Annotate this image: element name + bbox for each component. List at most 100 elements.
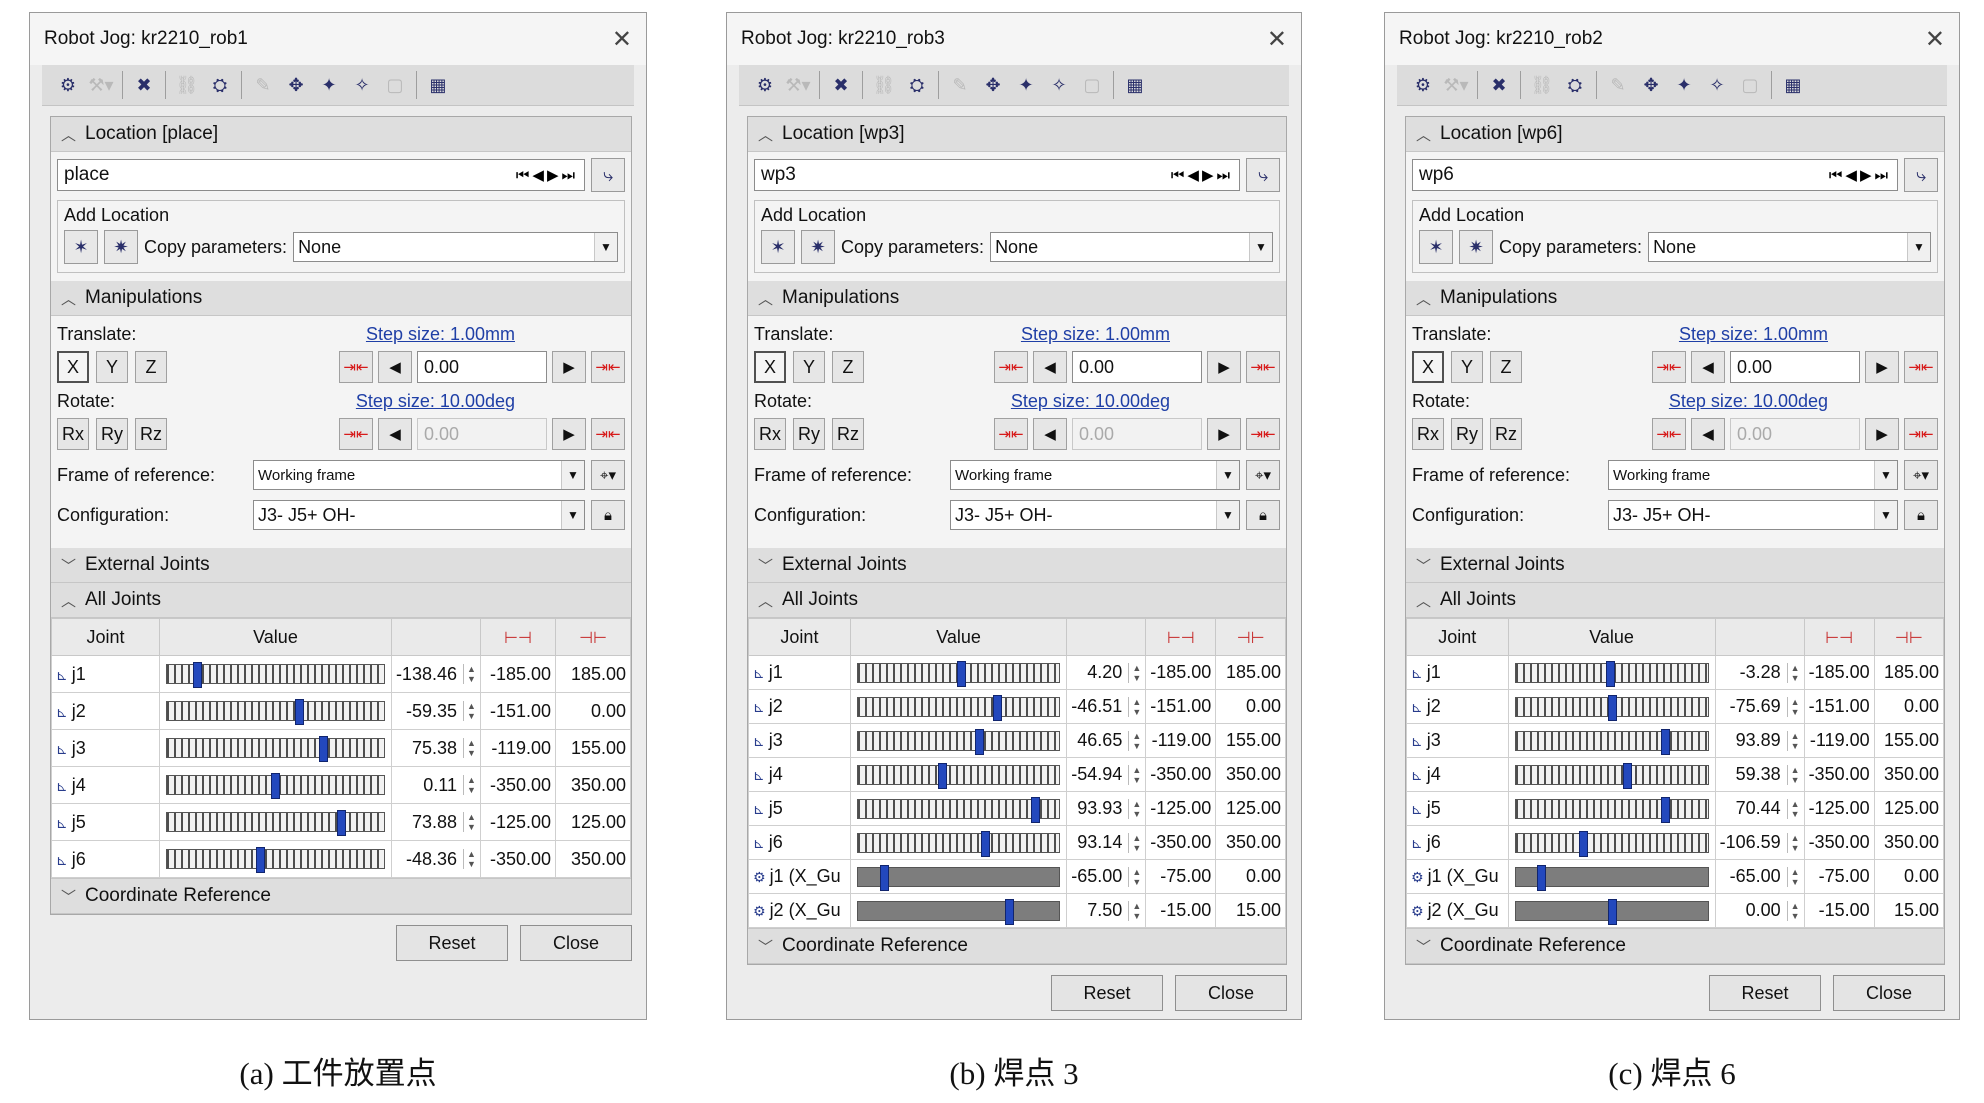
settings-icon[interactable]: ▦ <box>1121 71 1149 99</box>
joint-slider[interactable] <box>1514 762 1709 789</box>
rotate-ry-button[interactable]: Ry <box>96 418 128 450</box>
rotate-to-min-icon[interactable]: ⇥⇤ <box>994 418 1028 450</box>
joint-slider[interactable] <box>166 736 385 762</box>
translate-y-button[interactable]: Y <box>1451 351 1483 383</box>
attach-icon[interactable]: ⛓ <box>173 71 201 99</box>
joint-slider[interactable] <box>166 810 385 836</box>
configuration-select[interactable]: J3- J5+ OH- ▼ <box>1608 500 1898 530</box>
rotate-step-back-icon[interactable]: ◀ <box>378 418 412 450</box>
translate-step-forward-icon[interactable]: ▶ <box>552 351 586 383</box>
mount-tool-icon[interactable]: ✦ <box>1012 71 1040 99</box>
unmount-tool-icon[interactable]: ✧ <box>1703 71 1731 99</box>
joint-value-cell[interactable]: 46.65 ▲ ▼ <box>1066 723 1147 758</box>
rotate-step-forward-icon[interactable]: ▶ <box>1865 418 1899 450</box>
location-section-header[interactable]: ︿ Location [wp3] <box>748 117 1286 152</box>
rotate-step-link[interactable]: Step size: 10.00deg <box>1669 391 1828 412</box>
all-joints-section-header[interactable]: ︿ All Joints <box>1406 583 1944 618</box>
jump-to-location-icon[interactable]: ⤷ <box>591 158 625 192</box>
joint-slider[interactable] <box>856 660 1061 687</box>
slider-thumb[interactable] <box>193 662 203 688</box>
slider-thumb[interactable] <box>1004 898 1014 925</box>
mount-tool-icon[interactable]: ✦ <box>1670 71 1698 99</box>
translate-x-button[interactable]: X <box>754 351 786 383</box>
joint-slider[interactable] <box>856 898 1061 925</box>
robot-reset-icon[interactable]: ✖ <box>827 71 855 99</box>
slider-thumb[interactable] <box>295 699 305 725</box>
reset-button[interactable]: Reset <box>396 925 508 961</box>
all-joints-section-header[interactable]: ︿ All Joints <box>748 583 1286 618</box>
teach-dropdown-icon[interactable]: ⚒▾ <box>784 71 812 99</box>
copy-parameters-select[interactable]: None ▼ <box>293 232 618 262</box>
joint-slider[interactable] <box>166 699 385 725</box>
joint-value-cell[interactable]: -138.46 ▲ ▼ <box>390 655 481 693</box>
joint-value-cell[interactable]: -48.36 ▲ ▼ <box>390 840 481 878</box>
spin-arrows-icon[interactable]: ▲ ▼ <box>1786 832 1800 853</box>
joint-value[interactable]: 70.44 <box>1736 798 1781 819</box>
rotate-rz-button[interactable]: Rz <box>1490 418 1522 450</box>
frame-picker-icon[interactable]: ⌖▾ <box>1246 460 1280 490</box>
joint-value[interactable]: 4.20 <box>1087 662 1122 683</box>
joint-value-cell[interactable]: 73.88 ▲ ▼ <box>390 803 481 841</box>
copy-parameters-select[interactable]: None ▼ <box>990 232 1273 262</box>
rotate-to-max-icon[interactable]: ⇥⇤ <box>1246 418 1280 450</box>
joint-slider[interactable] <box>1514 728 1709 755</box>
rotate-to-min-icon[interactable]: ⇥⇤ <box>1652 418 1686 450</box>
spin-arrows-icon[interactable]: ▲ ▼ <box>1128 832 1141 853</box>
configuration-select[interactable]: J3- J5+ OH- ▼ <box>253 500 585 530</box>
frame-picker-icon[interactable]: ⌖▾ <box>591 460 625 490</box>
joint-slider[interactable] <box>856 728 1061 755</box>
joint-value-cell[interactable]: 59.38 ▲ ▼ <box>1714 757 1805 792</box>
slider-thumb[interactable] <box>271 773 281 799</box>
rotate-rx-button[interactable]: Rx <box>57 418 89 450</box>
lock-icon[interactable]: 🔒︎ <box>1904 500 1938 530</box>
slider-thumb[interactable] <box>974 728 984 755</box>
joint-slider[interactable] <box>1514 864 1709 891</box>
translate-value-field[interactable]: 0.00 <box>1072 351 1202 383</box>
translate-step-link[interactable]: Step size: 1.00mm <box>1021 324 1170 345</box>
clear-icon[interactable]: ▢ <box>1078 71 1106 99</box>
translate-z-button[interactable]: Z <box>135 351 167 383</box>
rotate-ry-button[interactable]: Ry <box>1451 418 1483 450</box>
spin-arrows-icon[interactable]: ▲ ▼ <box>1786 798 1800 819</box>
joint-value[interactable]: -138.46 <box>396 664 457 685</box>
joint-slider[interactable] <box>856 762 1061 789</box>
spin-arrows-icon[interactable]: ▲ ▼ <box>1128 696 1141 717</box>
translate-value-field[interactable]: 0.00 <box>1730 351 1860 383</box>
joint-slider[interactable] <box>1514 898 1709 925</box>
slider-thumb[interactable] <box>1578 830 1588 857</box>
spin-arrows-icon[interactable]: ▲ ▼ <box>1128 764 1141 785</box>
location-nav-icons[interactable]: ⏮◀▶⏭ <box>516 166 578 184</box>
joint-value[interactable]: 75.38 <box>412 738 457 759</box>
slider-thumb[interactable] <box>1031 796 1041 823</box>
spin-arrows-icon[interactable]: ▲ ▼ <box>463 701 476 721</box>
joint-value[interactable]: -65.00 <box>1071 866 1122 887</box>
reset-button[interactable]: Reset <box>1709 975 1821 1011</box>
joint-slider[interactable] <box>856 796 1061 823</box>
attach-icon[interactable]: ⛓ <box>1528 71 1556 99</box>
joint-value-cell[interactable]: 0.00 ▲ ▼ <box>1714 893 1805 928</box>
rotate-ry-button[interactable]: Ry <box>793 418 825 450</box>
manipulations-section-header[interactable]: ︿ Manipulations <box>1406 281 1944 316</box>
joint-slider[interactable] <box>166 847 385 873</box>
translate-to-min-icon[interactable]: ⇥⇤ <box>1652 351 1686 383</box>
joint-value-cell[interactable]: -46.51 ▲ ▼ <box>1066 689 1147 724</box>
joint-slider[interactable] <box>1514 796 1709 823</box>
translate-z-button[interactable]: Z <box>832 351 864 383</box>
close-button[interactable]: Close <box>520 925 632 961</box>
frame-of-reference-select[interactable]: Working frame ▼ <box>1608 460 1898 490</box>
spin-arrows-icon[interactable]: ▲ ▼ <box>1128 866 1141 887</box>
frame-of-reference-select[interactable]: Working frame ▼ <box>950 460 1240 490</box>
rotate-to-min-icon[interactable]: ⇥⇤ <box>339 418 373 450</box>
joint-value[interactable]: 59.38 <box>1736 764 1781 785</box>
translate-to-max-icon[interactable]: ⇥⇤ <box>1246 351 1280 383</box>
translate-to-min-icon[interactable]: ⇥⇤ <box>994 351 1028 383</box>
joint-value-cell[interactable]: -106.59 ▲ ▼ <box>1714 825 1805 860</box>
rotate-step-link[interactable]: Step size: 10.00deg <box>1011 391 1170 412</box>
slider-thumb[interactable] <box>1661 728 1671 755</box>
joint-value-cell[interactable]: 93.14 ▲ ▼ <box>1066 825 1147 860</box>
joint-value-cell[interactable]: -59.35 ▲ ▼ <box>390 692 481 730</box>
reset-button[interactable]: Reset <box>1051 975 1163 1011</box>
translate-step-back-icon[interactable]: ◀ <box>1033 351 1067 383</box>
joint-value[interactable]: 93.93 <box>1077 798 1122 819</box>
rotate-rx-button[interactable]: Rx <box>1412 418 1444 450</box>
